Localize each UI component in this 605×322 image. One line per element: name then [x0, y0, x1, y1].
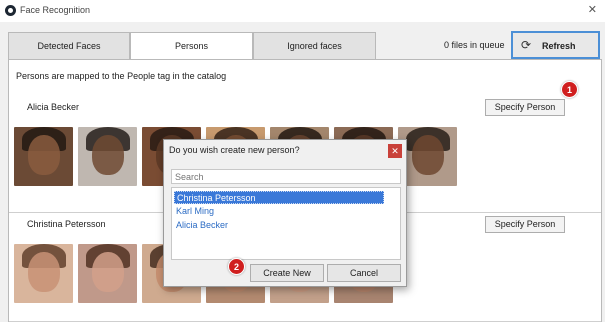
face-thumbnail[interactable] [78, 127, 137, 186]
callout-badge-1: 1 [561, 81, 578, 98]
list-item[interactable]: Christina Petersson [174, 191, 384, 204]
app-logo-icon [5, 5, 16, 16]
specify-person-button[interactable]: Specify Person [485, 216, 565, 233]
refresh-icon: ⟳ [521, 38, 532, 52]
tab-ignored-faces[interactable]: Ignored faces [253, 32, 376, 60]
tab-detected-faces[interactable]: Detected Faces [8, 32, 130, 60]
dialog-title: Do you wish create new person? [169, 145, 300, 155]
tab-persons[interactable]: Persons [130, 32, 253, 61]
person-name: Alicia Becker [27, 102, 80, 112]
face-thumbnail[interactable] [78, 244, 137, 303]
person-search-input[interactable] [171, 169, 401, 184]
window-close-button[interactable]: ✕ [588, 3, 597, 16]
list-item[interactable]: Karl Ming [174, 205, 384, 218]
title-bar: Face Recognition ✕ [0, 0, 605, 22]
tab-bar: Detected Faces Persons Ignored faces [8, 32, 376, 61]
create-person-dialog: Do you wish create new person? ✕ Christi… [163, 139, 407, 287]
face-thumbnail[interactable] [14, 127, 73, 186]
list-item[interactable]: Alicia Becker [174, 219, 384, 232]
specify-person-button[interactable]: Specify Person [485, 99, 565, 116]
face-thumbnail[interactable] [14, 244, 73, 303]
queue-status: 0 files in queue [444, 40, 505, 50]
refresh-button[interactable]: ⟳ Refresh [511, 31, 600, 59]
panel-info-text: Persons are mapped to the People tag in … [16, 71, 227, 81]
dialog-close-button[interactable]: ✕ [388, 144, 402, 158]
refresh-label: Refresh [542, 41, 576, 51]
person-name: Christina Petersson [27, 219, 106, 229]
person-list: Christina Petersson Karl Ming Alicia Bec… [171, 187, 401, 260]
cancel-button[interactable]: Cancel [327, 264, 401, 282]
callout-badge-2: 2 [228, 258, 245, 275]
window-title: Face Recognition [20, 5, 91, 15]
create-new-button[interactable]: Create New [250, 264, 324, 282]
